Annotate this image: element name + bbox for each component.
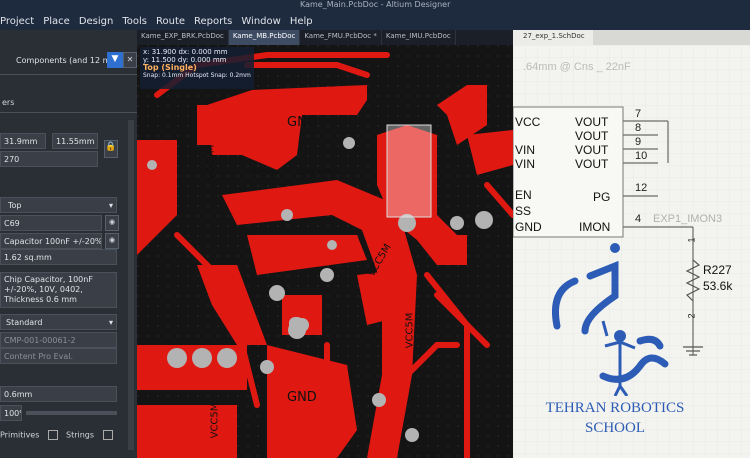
tab-imu[interactable]: Kame_IMU.PcbDoc [382, 30, 456, 45]
tab-main-board[interactable]: Kame_MB.PcbDoc [228, 30, 301, 45]
tab-exp-brk[interactable]: Kame_EXP_BRK.PcbDoc [137, 30, 229, 45]
pin-label-vin: VIN [515, 143, 536, 157]
type-select[interactable]: Standard ▾ [0, 314, 117, 330]
height-field[interactable]: 0.6mm [0, 386, 117, 402]
watermark-line2: SCHOOL [584, 420, 645, 436]
filter-icon[interactable]: ▼ [107, 52, 123, 68]
menu-reports[interactable]: Reports [194, 16, 232, 27]
resistor-value: 53.6k [703, 279, 733, 293]
comment-field[interactable]: Capacitor 100nF +/-20% 10V 0 [0, 233, 102, 249]
close-icon[interactable]: ✕ [123, 52, 137, 68]
designator-field[interactable]: C69 [0, 215, 102, 231]
menu-place[interactable]: Place [43, 16, 70, 27]
divider [0, 112, 137, 113]
pin-label-vcc: VCC [515, 115, 541, 129]
school-logo [552, 243, 669, 396]
pin-number: 8 [635, 122, 642, 134]
pin-label-imon: IMON [579, 220, 611, 234]
pcb-label-exp-imon: EXP1_IMOND [299, 169, 339, 176]
type-value: Standard [6, 318, 43, 327]
menu-window[interactable]: Window [241, 16, 280, 27]
pcb-label-vcc5m: VCC5M [209, 402, 221, 439]
chevron-down-icon: ▾ [108, 201, 113, 210]
pcb-label-vcc5m: VCC5M [404, 312, 416, 349]
hud-snap: Snap: 0.1mm Hotspot Snap: 0.2mm [143, 72, 251, 79]
menu-tools[interactable]: Tools [122, 16, 147, 27]
designator-visibility-icon[interactable]: ◉ [105, 215, 119, 231]
pcb-label-vcc5m: VCC5M [205, 144, 217, 181]
selected-component-highlight[interactable] [386, 124, 432, 218]
pcb-drawing [137, 45, 513, 458]
lock-icon[interactable]: 🔒 [104, 140, 118, 158]
y-location-field[interactable]: 11.55mm [52, 133, 98, 149]
pin-number: 10 [635, 150, 648, 162]
part-number-field[interactable]: CMP-001-00061-2 [0, 332, 117, 348]
main-menu: Project Place Design Tools Route Reports… [0, 16, 313, 27]
pin-label-ss: SS [515, 204, 532, 218]
comment-visibility-icon[interactable]: ◉ [105, 233, 119, 249]
tab-schematic[interactable]: 27_exp_1.SchDoc [523, 32, 585, 40]
primitives-checkbox[interactable]: Primitives [0, 430, 58, 440]
window-title: Kame_Main.PcbDoc - Altium Designer [300, 0, 451, 9]
description-field[interactable]: Chip Capacitor, 100nF +/-20%, 10V, 0402,… [0, 272, 117, 308]
primitives-label: Primitives [0, 430, 40, 440]
document-tabs: Kame_EXP_BRK.PcbDoc Kame_MB.PcbDoc Kame_… [137, 30, 513, 45]
pin-label-vin: VIN [515, 157, 536, 171]
coordinates-hud: x: 31.900 dx: 0.000 mm y: 11.500 dy: 0.0… [140, 47, 254, 89]
divider [0, 74, 137, 75]
menu-bar: Kame_Main.PcbDoc - Altium Designer Proje… [0, 0, 750, 30]
zoom-slider[interactable] [26, 411, 117, 415]
resistor-pin-number: 2 [686, 313, 697, 319]
pcb-label-exp-ss: EXP1_SS [253, 169, 279, 176]
library-field[interactable]: Content Pro Eval. [0, 348, 117, 364]
checkbox-icon [47, 430, 58, 440]
menu-design[interactable]: Design [79, 16, 114, 27]
panel-scrollbar[interactable] [128, 120, 134, 450]
schematic-tab-bar: 27_exp_1.SchDoc [513, 30, 750, 45]
menu-route[interactable]: Route [156, 16, 185, 27]
pin-label-vout: VOUT [575, 129, 609, 143]
pin-number: 7 [635, 108, 642, 120]
pin-number: 12 [635, 182, 648, 194]
pin-label-vout: VOUT [575, 157, 609, 171]
chevron-down-icon: ▾ [108, 318, 113, 327]
pcb-canvas[interactable]: GND GND VCC5M VCC5M VCC5M VCC5M EXP1_SS … [137, 45, 513, 458]
strings-checkbox[interactable]: Strings [66, 430, 113, 440]
schematic-toolbar [593, 30, 750, 45]
pin-label-en: EN [515, 188, 532, 202]
zoom-field[interactable]: 100% [0, 405, 22, 421]
menu-project[interactable]: Project [0, 16, 34, 27]
schematic-top-text: .64mm @ Cns _ 22nF [523, 61, 631, 73]
layer-value: Top [8, 201, 22, 210]
x-location-field[interactable]: 31.9mm [0, 133, 46, 149]
pin-number: 9 [635, 136, 642, 148]
rotation-field[interactable]: 270 [0, 151, 98, 167]
hud-layer: Top (Single) [143, 63, 197, 72]
pcb-label-gnd: GND [287, 390, 317, 405]
checkbox-icon [102, 430, 113, 440]
section-tab[interactable]: ers [2, 98, 14, 107]
hud-x: x: 31.900 dx: 0.000 mm [143, 48, 228, 56]
resistor-pin-number: 1 [686, 237, 697, 243]
layer-select[interactable]: Top ▾ [0, 197, 117, 213]
resistor-designator: R227 [703, 263, 732, 277]
menu-help[interactable]: Help [290, 16, 313, 27]
pcb-label-gnd: GND [287, 115, 317, 130]
watermark: TEHRAN ROBOTICS SCHOOL [530, 398, 700, 438]
net-label: EXP1_IMON3 [653, 213, 723, 225]
pin-label-vout: VOUT [575, 143, 609, 157]
tab-fmu[interactable]: Kame_FMU.PcbDoc * [300, 30, 382, 45]
properties-panel: Components (and 12 more) ▼ ✕ ers 31.9mm … [0, 30, 137, 458]
pin-number: 4 [635, 213, 642, 225]
area-field[interactable]: 1.62 sq.mm [0, 249, 117, 265]
pin-label-vout: VOUT [575, 115, 609, 129]
watermark-line1: TEHRAN ROBOTICS [545, 400, 685, 416]
pin-label-pg: PG [593, 190, 611, 204]
strings-label: Strings [66, 430, 95, 440]
pin-label-gnd: GND [515, 220, 542, 234]
